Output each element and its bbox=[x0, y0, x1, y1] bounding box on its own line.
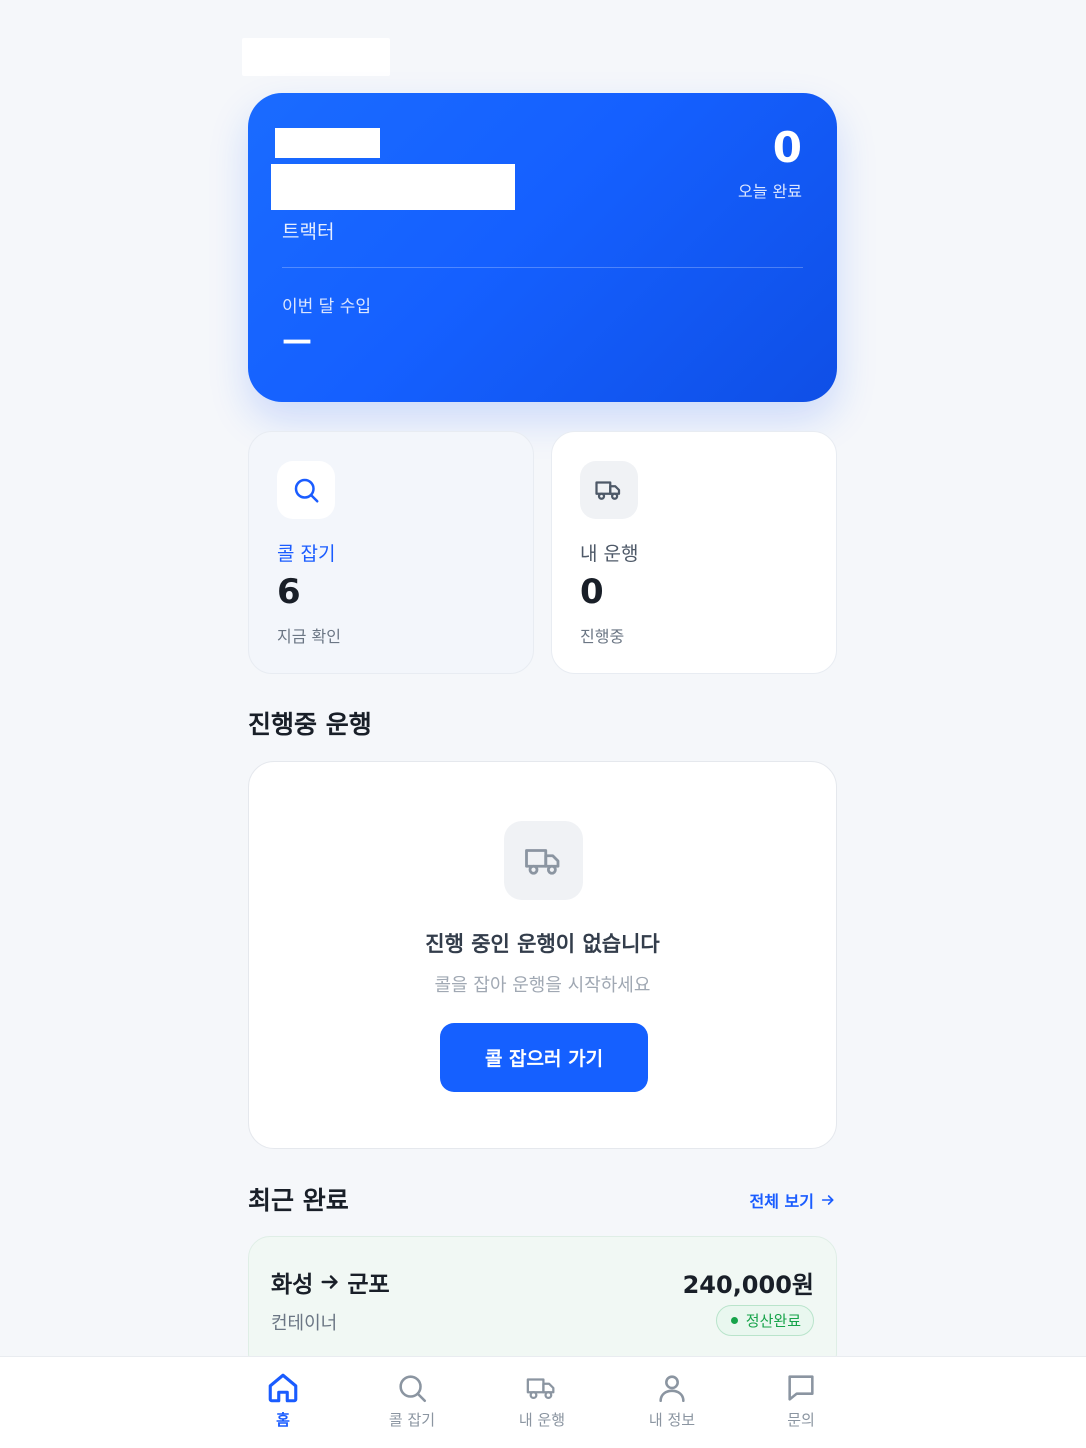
chat-icon bbox=[788, 1375, 814, 1401]
driver-summary-card: 트랙터 0 오늘 완료 이번 달 수입 — bbox=[248, 93, 837, 402]
trip-price: 240,000원 bbox=[682, 1271, 814, 1299]
monthly-income-value: — bbox=[282, 323, 312, 358]
truck-icon bbox=[504, 821, 583, 900]
my-trips-card[interactable]: 내 운행 0 진행중 bbox=[551, 431, 837, 674]
monthly-income-label: 이번 달 수입 bbox=[282, 297, 372, 317]
my-trips-sub: 진행중 bbox=[580, 627, 625, 646]
search-icon bbox=[277, 461, 335, 519]
find-calls-sub: 지금 확인 bbox=[277, 627, 341, 646]
vehicle-type: 트랙터 bbox=[282, 221, 335, 243]
arrow-right-icon bbox=[321, 1275, 338, 1289]
find-calls-count: 6 bbox=[277, 572, 301, 612]
home-screen: 트랙터 0 오늘 완료 이번 달 수입 — 콜 잡기 6 지금 확인 내 운행 … bbox=[0, 0, 1086, 1448]
view-all-label: 전체 보기 bbox=[749, 1192, 814, 1211]
trip-route: 화성 군포 bbox=[271, 1265, 390, 1299]
truck-icon bbox=[580, 461, 638, 519]
my-trips-title: 내 운행 bbox=[580, 543, 639, 565]
my-trips-count: 0 bbox=[580, 572, 604, 612]
today-completed-count: 0 bbox=[772, 123, 802, 172]
nav-item-home[interactable]: 홈 bbox=[238, 1371, 328, 1430]
find-calls-card[interactable]: 콜 잡기 6 지금 확인 bbox=[248, 431, 534, 674]
nav-item-inquiry[interactable]: 문의 bbox=[756, 1371, 846, 1430]
today-completed-label: 오늘 완료 bbox=[738, 182, 802, 201]
recent-completed-title: 최근 완료 bbox=[248, 1186, 349, 1215]
status-badge: 정산완료 bbox=[715, 1305, 814, 1336]
go-find-calls-button[interactable]: 콜 잡으러 가기 bbox=[440, 1023, 648, 1092]
active-trips-empty-state: 진행 중인 운행이 없습니다 콜을 잡아 운행을 시작하세요 콜 잡으러 가기 bbox=[248, 761, 837, 1149]
empty-title: 진행 중인 운행이 없습니다 bbox=[425, 932, 660, 956]
search-icon bbox=[399, 1375, 427, 1403]
nav-item-find-calls[interactable]: 콜 잡기 bbox=[367, 1371, 457, 1430]
user-icon bbox=[659, 1375, 685, 1403]
nav-label: 콜 잡기 bbox=[388, 1411, 436, 1429]
status-dot bbox=[730, 1317, 738, 1324]
trip-destination: 군포 bbox=[347, 1272, 390, 1298]
bottom-navigation: 홈 콜 잡기 내 운행 내 정보 문의 bbox=[0, 1356, 1086, 1448]
divider bbox=[282, 267, 803, 268]
status-label: 정산완료 bbox=[745, 1312, 801, 1330]
find-calls-title: 콜 잡기 bbox=[277, 543, 336, 565]
truck-icon bbox=[526, 1378, 555, 1400]
nav-label: 내 정보 bbox=[648, 1411, 696, 1429]
redacted-name bbox=[275, 128, 380, 158]
nav-label: 홈 bbox=[276, 1411, 290, 1429]
arrow-right-icon bbox=[821, 1195, 834, 1205]
nav-item-my-trips[interactable]: 내 운행 bbox=[497, 1371, 587, 1430]
view-all-link[interactable]: 전체 보기 bbox=[750, 1188, 836, 1212]
trip-origin: 화성 bbox=[271, 1272, 314, 1298]
redacted-header bbox=[242, 38, 390, 76]
empty-hint: 콜을 잡아 운행을 시작하세요 bbox=[434, 975, 651, 996]
nav-label: 내 운행 bbox=[518, 1411, 566, 1429]
trip-cargo-type: 컨테이너 bbox=[271, 1313, 338, 1334]
nav-label: 문의 bbox=[787, 1411, 815, 1429]
recent-trip-card[interactable]: 화성 군포 컨테이너 240,000원 정산완료 bbox=[248, 1236, 837, 1376]
redacted-vehicle-number bbox=[271, 164, 515, 210]
nav-item-my-info[interactable]: 내 정보 bbox=[627, 1371, 717, 1430]
home-icon bbox=[268, 1373, 298, 1403]
active-trips-title: 진행중 운행 bbox=[248, 710, 372, 739]
